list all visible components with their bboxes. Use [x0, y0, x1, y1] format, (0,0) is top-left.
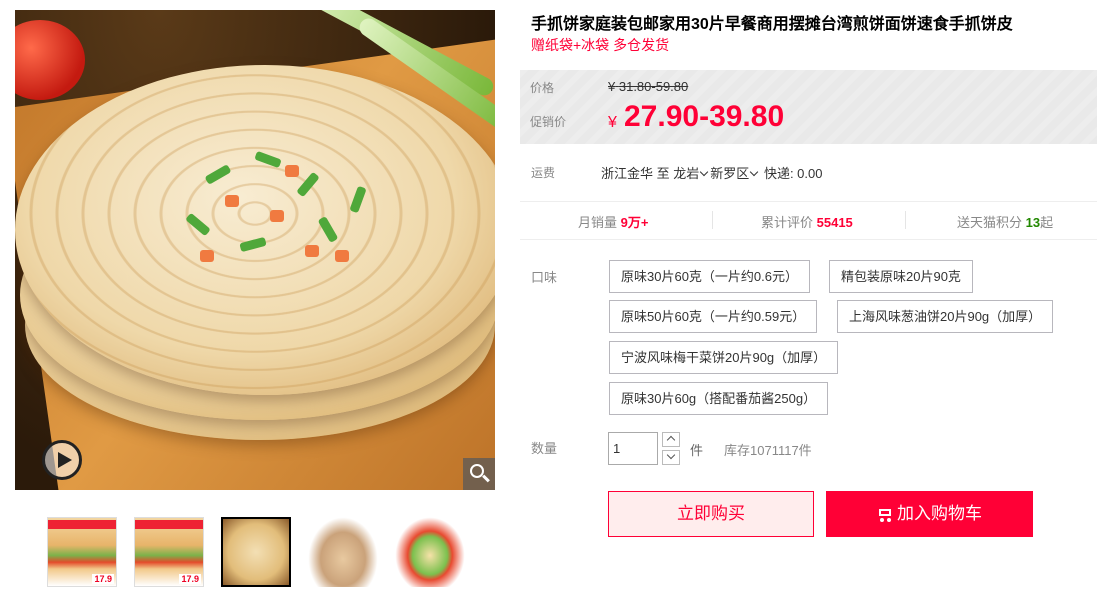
- chevron-down-icon: [700, 167, 709, 177]
- tmall-points: 送天猫积分 13起: [957, 215, 1054, 230]
- sku-option[interactable]: 原味50片60克（一片约0.59元）: [609, 300, 818, 333]
- chopped-topping: [165, 150, 385, 270]
- thumbnail-price-tag: 17.9: [179, 574, 201, 584]
- chevron-up-icon: [666, 435, 676, 445]
- price-label: 价格: [530, 81, 555, 95]
- promo-price-label: 促销价: [530, 115, 567, 129]
- quantity-label: 数量: [531, 441, 558, 456]
- add-to-cart-label: 加入购物车: [897, 504, 982, 523]
- cart-icon: [877, 508, 893, 522]
- sku-option[interactable]: 宁波风味梅干菜饼20片90g（加厚）: [609, 341, 839, 374]
- tomato-garnish: [15, 20, 85, 100]
- shipping-to: 至: [656, 166, 670, 181]
- thumbnail-1[interactable]: 17.9: [47, 517, 117, 587]
- monthly-sales: 月销量 9万+: [578, 215, 649, 230]
- shipping-detail: 浙江金华 至 龙岩 新罗区 快递: 0.00: [601, 163, 822, 182]
- promo-currency: ¥: [608, 114, 617, 131]
- shipping-label: 运费: [531, 166, 556, 180]
- flavor-label: 口味: [531, 270, 558, 285]
- thumbnail-2[interactable]: 17.9: [134, 517, 204, 587]
- sku-option[interactable]: 精包装原味20片90克: [829, 260, 973, 293]
- add-to-cart-button[interactable]: 加入购物车: [826, 491, 1033, 537]
- quantity-increase-button[interactable]: [662, 432, 680, 447]
- sku-option[interactable]: 原味30片60g（搭配番茄酱250g）: [609, 382, 829, 415]
- main-product-image[interactable]: [15, 10, 495, 490]
- shipping-city-select[interactable]: 龙岩: [673, 166, 710, 181]
- shipping-origin: 浙江金华: [601, 166, 654, 181]
- thumbnail-price-tag: 17.9: [92, 574, 114, 584]
- thumbnail-3[interactable]: [221, 517, 291, 587]
- sku-option[interactable]: 原味30片60克（一片约0.6元）: [609, 260, 810, 293]
- buy-now-button[interactable]: 立即购买: [608, 491, 814, 537]
- thumbnail-4[interactable]: [308, 517, 378, 587]
- quantity-unit: 件: [690, 443, 704, 458]
- sku-option[interactable]: 上海风味葱油饼20片90g（加厚）: [837, 300, 1054, 333]
- chevron-down-icon: [666, 450, 676, 460]
- price-panel: 价格 ¥ 31.80-59.80 促销价 ¥ 27.90-39.80: [520, 70, 1097, 144]
- review-count[interactable]: 累计评价 55415: [761, 212, 853, 231]
- thumbnail-5[interactable]: [395, 517, 465, 587]
- product-subtitle: 赠纸袋+冰袋 多仓发货: [531, 37, 670, 53]
- divider: [520, 239, 1097, 240]
- sales-stats: 月销量 9万+ 累计评价 55415 送天猫积分 13起: [520, 201, 1097, 239]
- stock-count: 库存1071117件: [724, 443, 812, 458]
- original-price: ¥ 31.80-59.80: [608, 79, 689, 94]
- video-play-button[interactable]: [42, 440, 82, 480]
- zoom-button[interactable]: [463, 458, 495, 490]
- quantity-decrease-button[interactable]: [662, 450, 680, 465]
- product-title: 手抓饼家庭装包邮家用30片早餐商用摆摊台湾煎饼面饼速食手抓饼皮: [531, 16, 1013, 33]
- quantity-input[interactable]: [608, 432, 658, 465]
- shipping-fee: 快递: 0.00: [763, 166, 823, 181]
- promo-price: 27.90-39.80: [624, 100, 785, 133]
- shipping-district-select[interactable]: 新罗区: [710, 166, 760, 181]
- chevron-down-icon: [750, 167, 759, 177]
- play-icon: [58, 452, 72, 468]
- thumbnail-strip: 17.9 17.9: [47, 517, 477, 587]
